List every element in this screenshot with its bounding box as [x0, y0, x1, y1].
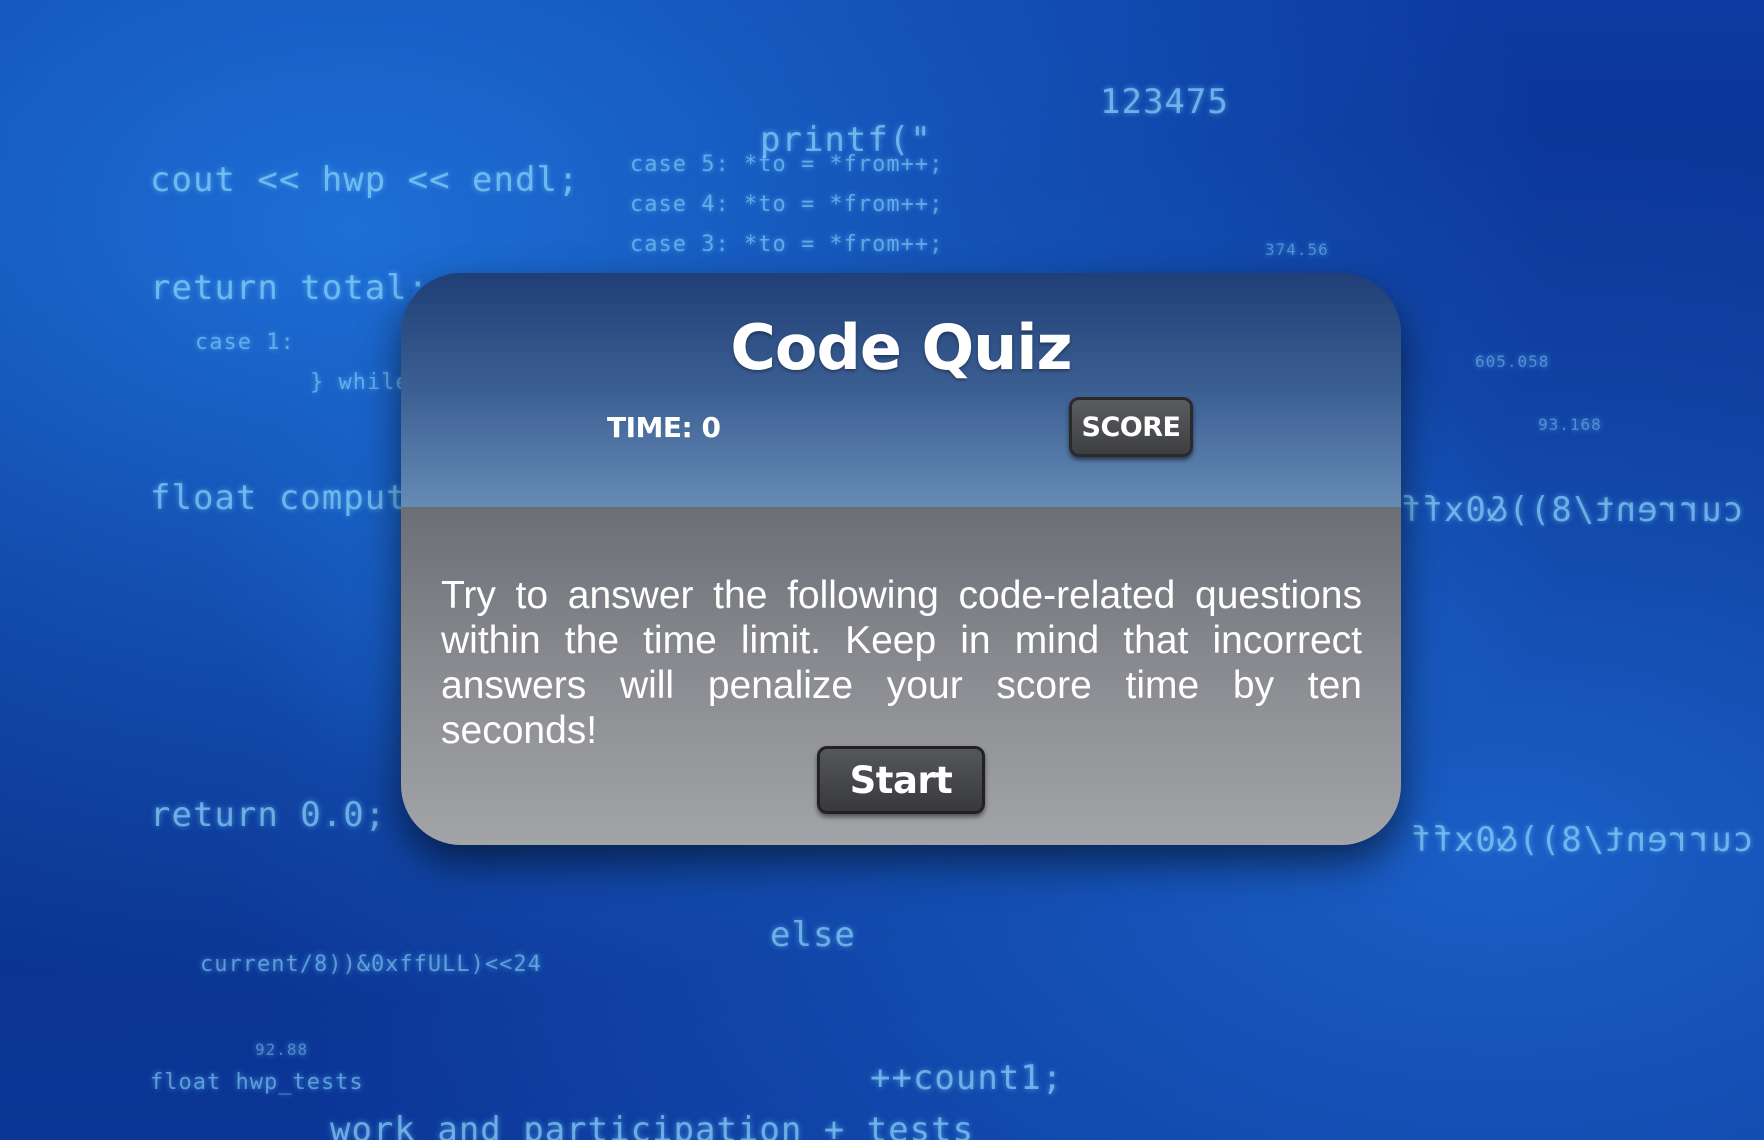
bg-code-line: 605.058 [1475, 352, 1550, 371]
bg-code-line: else [770, 915, 856, 955]
bg-code-line: case 3: *to = *from++; [630, 232, 944, 257]
bg-code-line: current/8))&0xffULL)<<24 [200, 952, 542, 977]
bg-code-line: return total; [150, 268, 430, 308]
quiz-title: Code Quiz [730, 311, 1072, 384]
score-button[interactable]: SCORE [1069, 397, 1193, 457]
bg-code-line: 93.168 [1538, 415, 1602, 434]
bg-code-line: case 4: *to = *from++; [630, 192, 944, 217]
bg-code-line: current/8))&0xff [1400, 490, 1744, 530]
bg-code-line: 92.88 [255, 1040, 309, 1059]
quiz-card-header [401, 273, 1401, 507]
bg-code-line: float hwp_tests [150, 1070, 364, 1095]
quiz-instructions: Try to answer the following code-related… [441, 574, 1362, 752]
quiz-card: Code Quiz TIME: 0 SCORE Try to answer th… [401, 273, 1401, 845]
bg-code-line: case 5: *to = *from++; [630, 152, 944, 177]
bg-code-line: ++count1; [870, 1058, 1064, 1098]
bg-code-line: current/8))&0xff [1410, 820, 1754, 860]
bg-code-line: work and participation + tests [330, 1110, 975, 1140]
bg-code-line: cout << hwp << endl; [150, 160, 580, 200]
bg-code-line: 374.56 [1265, 240, 1329, 259]
timer-display: TIME: 0 [607, 411, 721, 444]
bg-code-line: case 1: [195, 330, 295, 355]
start-button[interactable]: Start [817, 746, 985, 814]
bg-code-line: return 0.0; [150, 795, 387, 835]
bg-code-line: } while [310, 370, 410, 395]
bg-code-line: 123475 [1100, 82, 1229, 122]
